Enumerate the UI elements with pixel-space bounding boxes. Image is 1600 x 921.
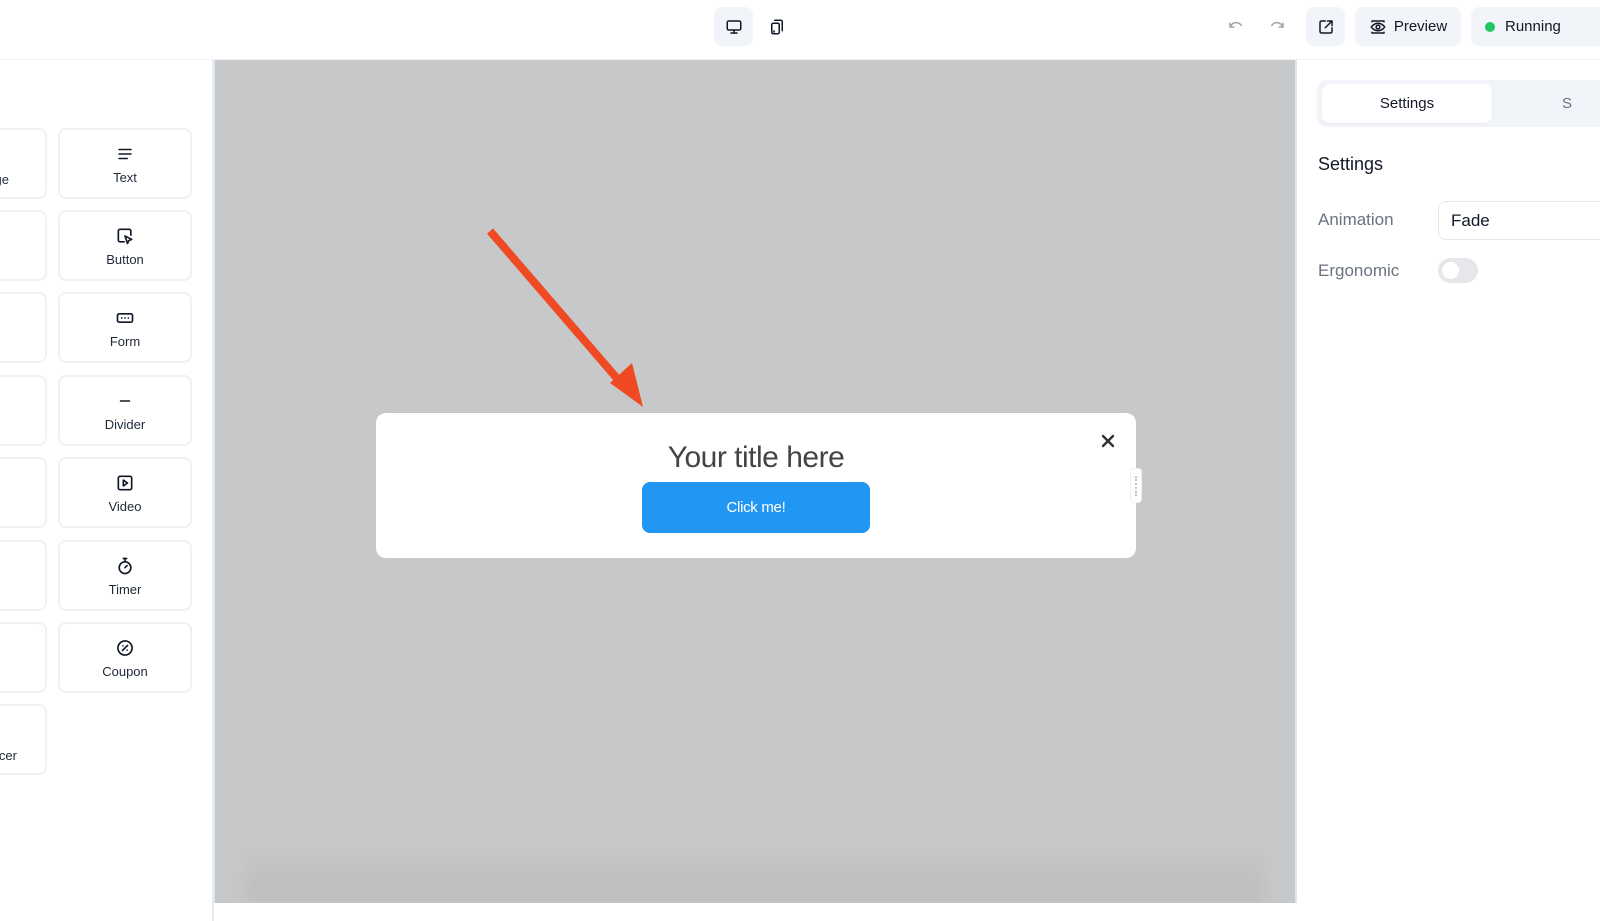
tab-settings[interactable]: Settings [1322,84,1492,123]
popup-resize-handle[interactable] [1130,468,1142,503]
element-card[interactable] [0,622,47,693]
element-label: Spacer [0,748,17,763]
undo-icon [1229,21,1242,28]
popup-preview[interactable]: Your title here Click me! [376,413,1142,558]
external-link-icon [1318,19,1333,34]
close-icon [1101,434,1115,448]
top-toolbar: Preview Running [0,0,1600,60]
cursor-box-icon [115,225,135,247]
redo-icon [1271,21,1284,28]
form-input-icon [115,307,135,329]
animation-select[interactable]: Fade [1438,201,1600,240]
popup-close-button[interactable] [1098,431,1118,451]
stopwatch-icon [115,555,135,577]
element-label: Button [106,252,144,267]
mobile-icon [770,19,783,34]
toggle-knob [1442,262,1459,279]
status-label: Running [1505,18,1561,35]
element-label: Video [108,499,142,514]
undo-button[interactable] [1218,7,1254,46]
eye-icon [1370,19,1386,34]
settings-tabs: Settings S [1317,80,1600,127]
popup-cta-button[interactable]: Click me! [642,482,870,533]
element-card[interactable] [0,375,47,446]
element-card-divider[interactable]: Divider [58,375,192,446]
element-card[interactable] [0,292,47,363]
element-label: Form [109,334,141,349]
element-card-coupon[interactable]: Coupon [58,622,192,693]
element-card-form[interactable]: Form [58,292,192,363]
element-label: Divider [104,417,146,432]
element-card[interactable] [0,210,47,281]
desktop-view-button[interactable] [714,7,753,46]
ergonomic-toggle[interactable] [1438,258,1478,283]
element-card[interactable] [0,457,47,528]
element-label: Text [113,170,137,185]
element-card-spacer[interactable]: Spacer [0,704,47,775]
play-box-icon [115,472,135,494]
preview-button[interactable]: Preview [1355,7,1461,46]
tab-secondary[interactable]: S [1547,84,1587,123]
popup-title[interactable]: Your title here [376,441,1136,475]
element-card-text[interactable]: Text [58,128,192,199]
ergonomic-label: Ergonomic [1318,261,1400,280]
text-lines-icon [116,143,134,165]
redo-button[interactable] [1259,7,1295,46]
canvas-footer [214,903,1297,921]
status-dot-icon [1485,21,1495,32]
element-card-video[interactable]: Video [58,457,192,528]
minus-icon [116,390,134,412]
grip-icon [1135,475,1137,496]
element-label: Image [0,172,9,187]
animation-label: Animation [1318,210,1394,229]
open-external-button[interactable] [1306,7,1345,46]
settings-panel: Settings S Settings Animation Fade Ergon… [1297,60,1600,921]
element-card-timer[interactable]: Timer [58,540,192,611]
element-card-image[interactable]: Image [0,128,47,199]
element-label: Coupon [102,664,148,679]
status-button[interactable]: Running [1471,7,1600,46]
preview-label: Preview [1393,18,1448,35]
element-label: Timer [108,582,142,597]
percent-circle-icon [115,637,135,659]
elements-panel-title: Element [0,82,160,105]
elements-panel: Element Image Text Button Form Divider [0,60,214,921]
mobile-view-button[interactable] [757,7,796,46]
monitor-icon [726,19,741,34]
canvas-shadow [245,843,1265,903]
element-card-button[interactable]: Button [58,210,192,281]
editor-canvas[interactable]: Your title here Click me! [214,60,1297,903]
element-card[interactable] [0,540,47,611]
section-title: Settings [1318,154,1384,174]
